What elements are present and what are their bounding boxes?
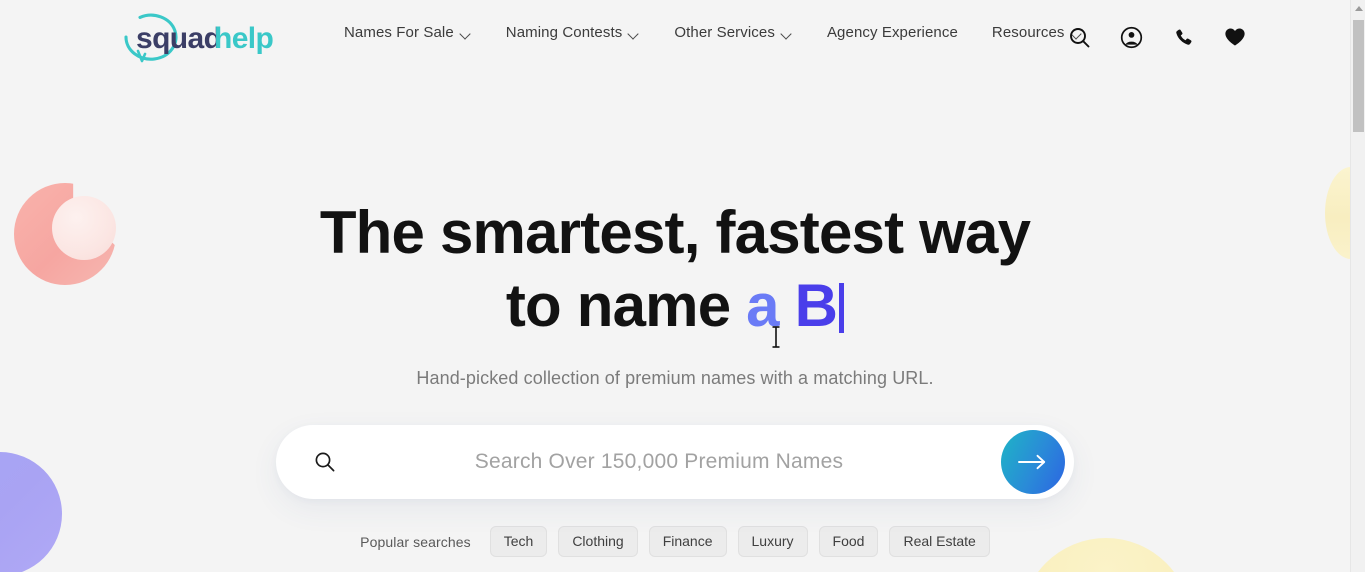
typed-text-a: a [746, 272, 795, 339]
search-submit-button[interactable] [1001, 430, 1065, 494]
nav-item-other-services[interactable]: Other Services [674, 24, 793, 41]
search-input[interactable] [354, 425, 964, 499]
logo[interactable]: squad help [118, 9, 280, 65]
heart-icon[interactable] [1220, 22, 1250, 52]
popular-chip-clothing[interactable]: Clothing [558, 526, 638, 557]
nav-item-agency-experience[interactable]: Agency Experience [827, 24, 958, 41]
popular-chip-real-estate[interactable]: Real Estate [889, 526, 990, 557]
nav-item-names-for-sale[interactable]: Names For Sale [344, 24, 472, 41]
header-icon-group [1064, 22, 1250, 52]
arrow-right-icon [1018, 454, 1046, 470]
chevron-down-icon [461, 30, 472, 37]
typed-text-b: B [794, 272, 838, 339]
nav-label: Agency Experience [826, 24, 958, 41]
nav-label: Naming Contests [505, 24, 623, 41]
svg-text:squad: squad [136, 22, 221, 55]
popular-chip-food[interactable]: Food [818, 526, 879, 557]
phone-icon[interactable] [1168, 22, 1198, 52]
popular-searches-label: Popular searches [360, 533, 471, 550]
svg-text:help: help [214, 22, 274, 55]
nav-label: Other Services [674, 24, 775, 41]
search-section [276, 425, 1074, 499]
popular-chip-finance[interactable]: Finance [648, 526, 727, 557]
headline-static-text: to name [505, 272, 747, 339]
search-bar[interactable] [276, 425, 1074, 499]
chevron-down-icon [782, 30, 793, 37]
search-icon[interactable] [1064, 22, 1094, 52]
popular-searches: Popular searches Tech Clothing Finance L… [0, 526, 1350, 557]
nav-label: Names For Sale [344, 24, 454, 41]
site-header: squad help Names For Sale Naming Contest… [0, 0, 1350, 74]
typing-caret [839, 283, 845, 333]
headline-line-2: to name a B [0, 269, 1350, 342]
scrollbar[interactable] [1350, 0, 1365, 572]
search-icon [314, 451, 336, 473]
headline-line-1: The smartest, fastest way [319, 199, 1031, 266]
hero-section: The smartest, fastest way to name a B Ha… [0, 74, 1350, 557]
main-navigation: Names For Sale Naming Contests Other Ser… [344, 24, 1083, 41]
popular-chip-luxury[interactable]: Luxury [737, 526, 808, 557]
hero-subtitle: Hand-picked collection of premium names … [416, 368, 934, 388]
nav-label: Resources [991, 24, 1065, 41]
nav-item-naming-contests[interactable]: Naming Contests [506, 24, 641, 41]
chevron-down-icon [629, 30, 640, 37]
page-root: squad help Names For Sale Naming Contest… [0, 0, 1350, 572]
scrollbar-up-arrow[interactable] [1351, 0, 1365, 17]
account-icon[interactable] [1116, 22, 1146, 52]
page-title: The smartest, fastest way to name a B [0, 196, 1350, 342]
popular-chip-tech[interactable]: Tech [489, 526, 548, 557]
scrollbar-thumb[interactable] [1353, 20, 1364, 132]
